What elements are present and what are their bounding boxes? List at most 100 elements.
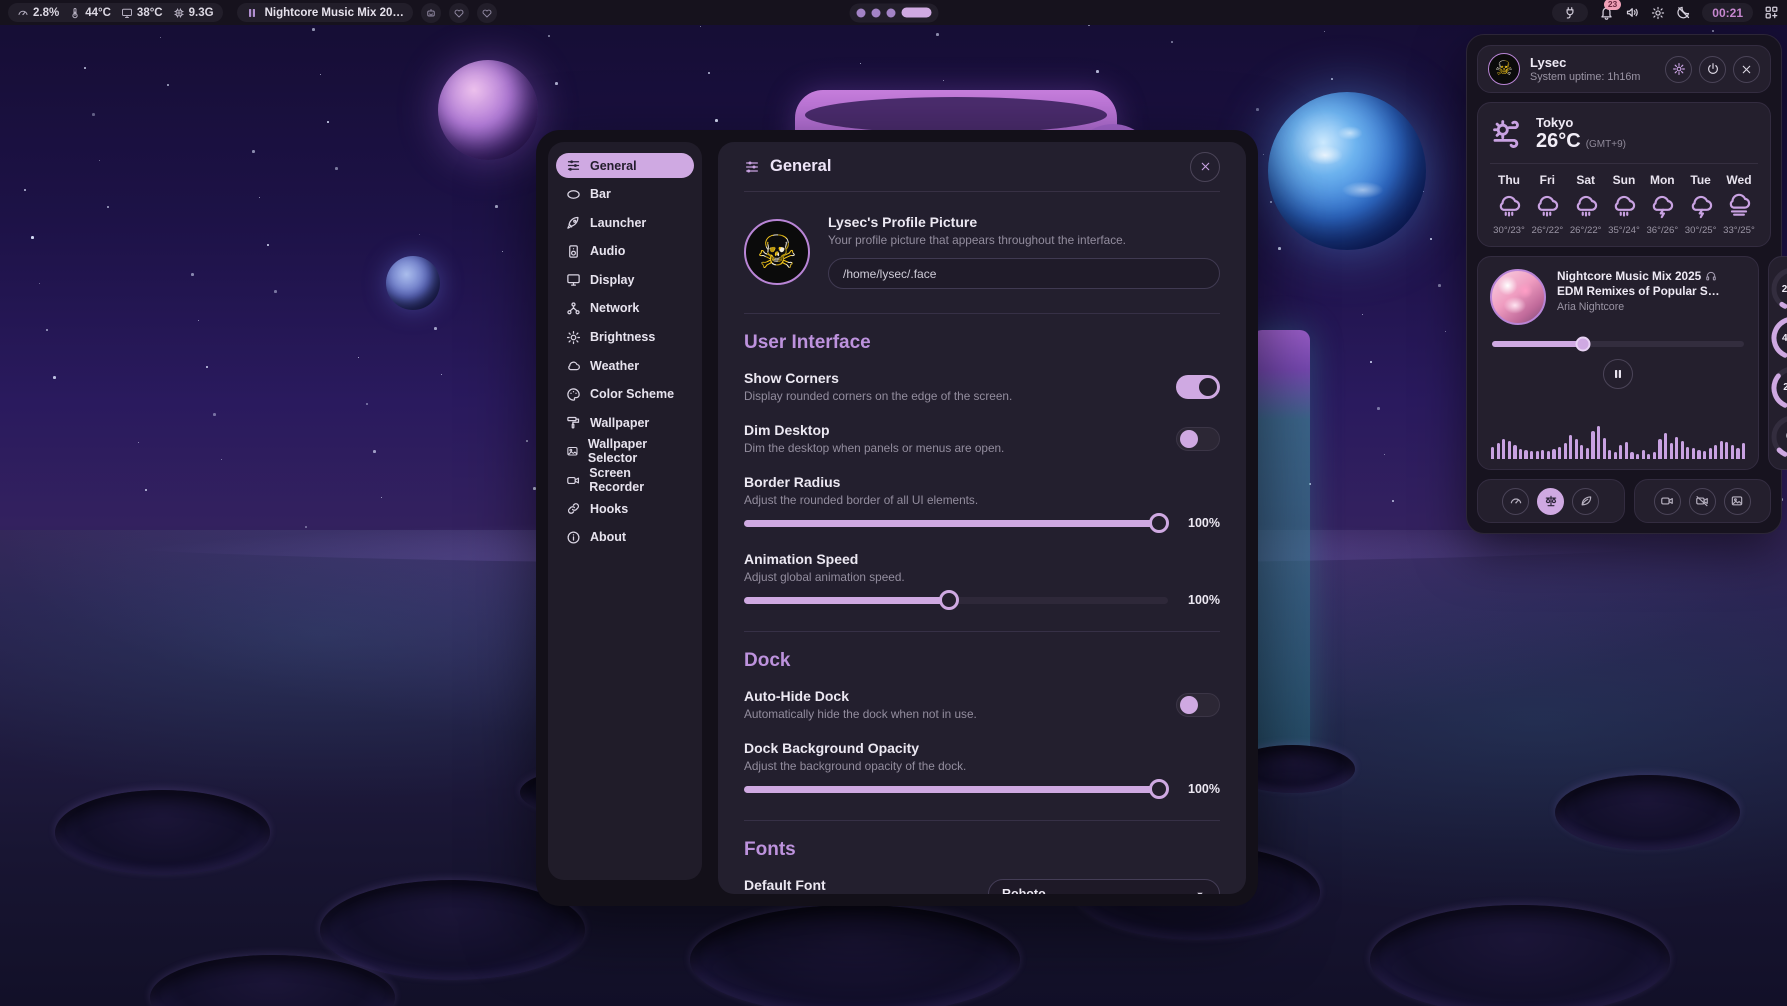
sidebar-item-general[interactable]: General xyxy=(556,153,694,178)
crater xyxy=(1370,905,1670,1006)
sidebar-item-about[interactable]: About xyxy=(556,525,694,550)
seek-knob[interactable] xyxy=(1575,337,1590,352)
forecast-storm-icon xyxy=(1649,193,1675,219)
star xyxy=(252,150,255,153)
workspace-indicator[interactable] xyxy=(849,3,938,22)
page-title: General xyxy=(770,157,831,176)
power-profile-leaf[interactable] xyxy=(1572,488,1599,515)
power-profile-group xyxy=(1477,479,1625,523)
profile-path-input[interactable] xyxy=(828,258,1220,289)
forecast-temps: 26°/22° xyxy=(1531,225,1563,236)
power-profile-speedo[interactable] xyxy=(1502,488,1529,515)
sidebar-item-weather[interactable]: Weather xyxy=(556,353,694,378)
capture-screenshot[interactable] xyxy=(1724,488,1751,515)
slider-track[interactable] xyxy=(744,786,1168,793)
workspace-dot[interactable] xyxy=(886,8,895,17)
night-mode-button[interactable] xyxy=(1676,5,1691,20)
star xyxy=(1263,154,1264,155)
sidebar-item-brightness[interactable]: Brightness xyxy=(556,325,694,350)
slider-row: 100% xyxy=(744,782,1220,796)
slider-track[interactable] xyxy=(744,597,1168,604)
avatar[interactable]: ☠ xyxy=(744,219,810,285)
close-panel-button[interactable] xyxy=(1733,56,1760,83)
sidebar-item-color-scheme[interactable]: Color Scheme xyxy=(556,382,694,407)
bar-stat-value: 44°C xyxy=(85,7,111,19)
bar-media-pill[interactable]: Nightcore Music Mix 20… xyxy=(237,3,413,22)
star xyxy=(1096,70,1099,73)
forecast-rain-icon xyxy=(1573,193,1599,219)
power-button[interactable] xyxy=(1699,56,1726,83)
workspace-dot[interactable] xyxy=(856,8,865,17)
slider-knob[interactable] xyxy=(939,590,959,610)
video-icon xyxy=(566,473,580,488)
setting-text: Show CornersDisplay rounded corners on t… xyxy=(744,370,1012,403)
viz-bar xyxy=(1541,450,1544,459)
slider-fill xyxy=(744,597,943,604)
sidebar-item-hooks[interactable]: Hooks xyxy=(556,496,694,521)
pause-button[interactable] xyxy=(1603,359,1633,389)
sidebar-item-screen-recorder[interactable]: Screen Recorder xyxy=(556,468,694,493)
viz-bar xyxy=(1742,443,1745,459)
notifications-button[interactable]: 23 xyxy=(1599,5,1614,20)
weather-timezone: (GMT+9) xyxy=(1586,139,1626,150)
capture-camoff[interactable] xyxy=(1689,488,1716,515)
viz-bar xyxy=(1569,435,1572,459)
sidebar-item-network[interactable]: Network xyxy=(556,296,694,321)
rocket-icon xyxy=(566,215,581,230)
forecast-day-name: Thu xyxy=(1498,173,1520,187)
divider xyxy=(744,631,1220,632)
forecast-day-name: Sat xyxy=(1576,173,1595,187)
weather-temp: 26°C xyxy=(1536,130,1581,153)
heart-button[interactable] xyxy=(449,3,469,23)
heart-button[interactable] xyxy=(477,3,497,23)
star xyxy=(1430,238,1432,240)
speedo-icon xyxy=(1509,494,1523,508)
sidebar-item-label: Launcher xyxy=(590,216,646,230)
seek-slider[interactable] xyxy=(1492,341,1744,347)
toggle-auto-hide-dock[interactable] xyxy=(1176,693,1220,717)
pause-icon xyxy=(1612,368,1624,380)
volume-button[interactable] xyxy=(1625,5,1640,20)
system-stats-pill[interactable]: 2.8%44°C38°C9.3G xyxy=(8,3,223,22)
sidebar-item-launcher[interactable]: Launcher xyxy=(556,210,694,235)
sidebar-item-wallpaper-selector[interactable]: Wallpaper Selector xyxy=(556,439,694,464)
album-art[interactable] xyxy=(1490,269,1546,325)
sidebar-item-wallpaper[interactable]: Wallpaper xyxy=(556,410,694,435)
star xyxy=(259,197,260,198)
capture-video[interactable] xyxy=(1654,488,1681,515)
forecast-day-name: Mon xyxy=(1650,173,1675,187)
robot-button[interactable] xyxy=(421,3,441,23)
toggle-dim-desktop[interactable] xyxy=(1176,427,1220,451)
overview-button[interactable] xyxy=(1764,5,1779,20)
brightness-button[interactable] xyxy=(1651,6,1665,20)
forecast-day: Fri26°/22° xyxy=(1528,173,1566,236)
slider-track[interactable] xyxy=(744,520,1168,527)
crater xyxy=(1555,775,1740,850)
gauge-memchip: 29% xyxy=(1769,364,1787,412)
star xyxy=(213,413,216,416)
forecast-row: Thu30°/23°Fri26°/22°Sat26°/22°Sun35°/24°… xyxy=(1490,173,1758,236)
workspace-active[interactable] xyxy=(901,8,931,18)
bar-stat-value: 2.8% xyxy=(33,7,59,19)
slider-knob[interactable] xyxy=(1149,779,1169,799)
workspace-dot[interactable] xyxy=(871,8,880,17)
sidebar-item-bar[interactable]: Bar xyxy=(556,182,694,207)
power-profile-scales[interactable] xyxy=(1537,488,1564,515)
settings-button[interactable] xyxy=(1665,56,1692,83)
sidebar-item-audio[interactable]: Audio xyxy=(556,239,694,264)
select-default-font[interactable]: Roboto xyxy=(988,879,1220,895)
forecast-day: Sun35°/24° xyxy=(1605,173,1643,236)
sidebar-item-display[interactable]: Display xyxy=(556,267,694,292)
toggle-show-corners[interactable] xyxy=(1176,375,1220,399)
slider-knob[interactable] xyxy=(1149,513,1169,533)
gauge-flame: 44°C xyxy=(1769,314,1787,362)
viz-bar xyxy=(1642,450,1645,459)
tray: 23 00:21 xyxy=(1552,3,1779,22)
quick-icons xyxy=(413,3,497,23)
scales-icon xyxy=(1544,494,1558,508)
clock[interactable]: 00:21 xyxy=(1702,3,1753,22)
star xyxy=(138,442,139,443)
close-button[interactable] xyxy=(1190,152,1220,182)
memchip-icon xyxy=(173,7,185,19)
plug-button[interactable] xyxy=(1552,3,1588,22)
